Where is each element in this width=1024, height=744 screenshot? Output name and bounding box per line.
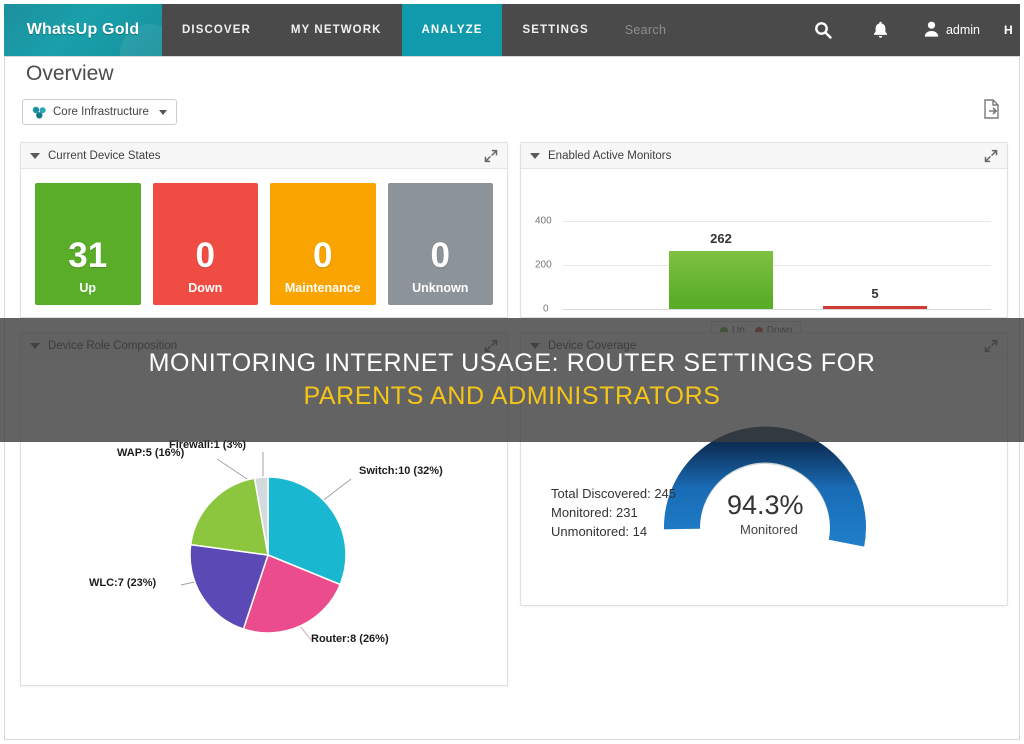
user-menu[interactable]: admin xyxy=(910,21,994,40)
callout-line-switch xyxy=(320,478,352,503)
pie-label-switch: Switch:10 (32%) xyxy=(359,465,443,477)
pie-slices xyxy=(189,476,347,634)
notifications-bell-icon[interactable] xyxy=(852,4,910,56)
pie-label-wlc: WLC:7 (23%) xyxy=(89,577,157,589)
x-axis-line xyxy=(563,309,991,310)
gauge-svg xyxy=(663,426,866,547)
y-tick-400: 400 xyxy=(535,215,552,227)
gauge-stats: Total Discovered: 245 Monitored: 231 Unm… xyxy=(551,485,676,542)
nav-item-settings[interactable]: SETTINGS xyxy=(502,4,608,56)
panel-header-enabled-active-monitors[interactable]: Enabled Active Monitors xyxy=(521,143,1007,169)
tile-up[interactable]: 31 Up xyxy=(35,183,141,305)
avatar-icon xyxy=(924,21,939,40)
nav-item-discover[interactable]: DISCOVER xyxy=(162,4,271,56)
chevron-down-icon[interactable] xyxy=(30,342,40,349)
gauge-stat-total-discovered: Total Discovered: 245 xyxy=(551,486,677,501)
chart-enabled-active-monitors: 400 200 0 262 5 Up Down xyxy=(521,169,1007,340)
gridline-400 xyxy=(563,221,991,222)
y-tick-0: 0 xyxy=(543,303,549,315)
panel-device-role-composition: Device Role Composition Firewall:1 (3%) … xyxy=(20,332,508,686)
brand-label: WhatsUp Gold xyxy=(26,21,140,38)
pie-label-wap: WAP:5 (16%) xyxy=(117,447,185,459)
nav-item-analyze-label: ANALYZE xyxy=(421,24,483,36)
help-menu[interactable]: H xyxy=(994,23,1020,37)
tile-up-label: Up xyxy=(79,281,97,295)
device-state-tiles: 31 Up 0 Down 0 Maintenance 0 Unknown xyxy=(21,169,507,305)
chart-device-role-composition: Firewall:1 (3%) WAP:5 (16%) Switch:10 (3… xyxy=(21,359,507,685)
gridline-200 xyxy=(563,265,991,266)
search-icon[interactable] xyxy=(794,4,852,56)
nav-right-group: admin H xyxy=(794,4,1020,56)
chevron-down-icon[interactable] xyxy=(530,152,540,159)
nav-item-my-network[interactable]: MY NETWORK xyxy=(271,4,402,56)
tile-down[interactable]: 0 Down xyxy=(152,183,258,305)
panel-body-device-role-composition: Firewall:1 (3%) WAP:5 (16%) Switch:10 (3… xyxy=(21,359,507,685)
page-title: Overview xyxy=(26,62,114,85)
panel-body-current-device-states: 31 Up 0 Down 0 Maintenance 0 Unknown xyxy=(21,169,507,317)
panel-title-device-coverage: Device Coverage xyxy=(548,339,637,352)
chart-device-coverage-gauge: 94.3% Monitored Total Discovered: 245 Mo… xyxy=(521,359,1007,605)
panel-body-device-coverage: 94.3% Monitored Total Discovered: 245 Mo… xyxy=(521,359,1007,605)
tile-maintenance-value: 0 xyxy=(313,236,333,275)
gauge-stat-unmonitored: Unmonitored: 14 xyxy=(551,523,648,539)
search-input[interactable]: Search xyxy=(609,4,682,56)
expand-icon[interactable] xyxy=(984,339,998,353)
y-tick-200: 200 xyxy=(535,259,552,271)
gauge-percent-label: Monitored xyxy=(740,522,798,537)
chevron-down-icon[interactable] xyxy=(530,342,540,349)
expand-icon[interactable] xyxy=(984,149,998,163)
scope-selector-button[interactable]: Core Infrastructure xyxy=(22,99,177,125)
help-label: H xyxy=(1004,23,1014,37)
tile-down-value: 0 xyxy=(195,236,215,275)
pie-svg xyxy=(180,452,352,641)
tile-maintenance[interactable]: 0 Maintenance xyxy=(270,183,376,305)
tile-up-value: 31 xyxy=(68,236,108,275)
panel-title-device-role-composition: Device Role Composition xyxy=(48,339,178,352)
gauge-stat-monitored: Monitored: 231 xyxy=(551,504,638,520)
tile-unknown[interactable]: 0 Unknown xyxy=(387,183,493,305)
expand-icon[interactable] xyxy=(484,339,498,353)
panel-header-device-role-composition[interactable]: Device Role Composition xyxy=(21,333,507,359)
tile-unknown-value: 0 xyxy=(430,236,450,275)
pie-label-router: Router:8 (26%) xyxy=(311,633,389,645)
nav-item-discover-label: DISCOVER xyxy=(182,24,251,36)
brand-logo[interactable]: WhatsUp Gold xyxy=(4,4,162,56)
page-content: Overview Core Infrastructure Current Dev… xyxy=(4,56,1020,740)
network-group-icon xyxy=(32,106,47,119)
nav-item-settings-label: SETTINGS xyxy=(522,24,589,36)
panel-device-coverage: Device Coverage 94.3% Monitored Total Di… xyxy=(520,332,1008,606)
panel-body-enabled-active-monitors: 400 200 0 262 5 Up Down xyxy=(521,169,1007,340)
chevron-down-icon xyxy=(158,109,167,115)
tile-unknown-label: Unknown xyxy=(412,281,469,295)
panel-title-enabled-active-monitors: Enabled Active Monitors xyxy=(548,149,672,162)
export-page-icon[interactable] xyxy=(982,98,1004,122)
user-name-label: admin xyxy=(945,23,980,37)
panel-header-current-device-states[interactable]: Current Device States xyxy=(21,143,507,169)
panel-current-device-states: Current Device States 31 Up 0 Down 0 Mai… xyxy=(20,142,508,318)
nav-item-my-network-label: MY NETWORK xyxy=(290,24,382,36)
app-root: WhatsUp Gold DISCOVER MY NETWORK ANALYZE… xyxy=(0,0,1024,744)
chevron-down-icon[interactable] xyxy=(30,152,40,159)
search-placeholder: Search xyxy=(624,23,667,37)
tile-maintenance-label: Maintenance xyxy=(284,281,361,295)
tile-down-label: Down xyxy=(188,281,223,295)
bar-down-value: 5 xyxy=(871,286,879,301)
panel-enabled-active-monitors: Enabled Active Monitors 400 200 0 262 5 … xyxy=(520,142,1008,340)
scope-selector-label: Core Infrastructure xyxy=(53,106,149,118)
panel-title-current-device-states: Current Device States xyxy=(48,149,161,162)
bar-down[interactable] xyxy=(823,306,927,309)
bar-up[interactable] xyxy=(669,251,773,309)
bar-up-value: 262 xyxy=(710,231,732,246)
nav-items: DISCOVER MY NETWORK ANALYZE SETTINGS xyxy=(162,4,609,56)
nav-item-analyze[interactable]: ANALYZE xyxy=(401,4,503,56)
panel-header-device-coverage[interactable]: Device Coverage xyxy=(521,333,1007,359)
expand-icon[interactable] xyxy=(484,149,498,163)
top-navigation-bar: WhatsUp Gold DISCOVER MY NETWORK ANALYZE… xyxy=(4,4,1020,56)
gauge-percent-value: 94.3% xyxy=(727,490,804,520)
